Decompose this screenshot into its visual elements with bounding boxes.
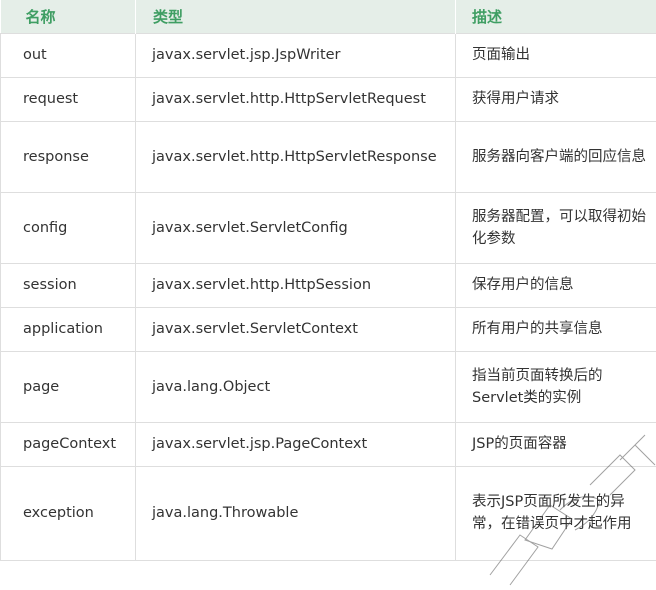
table-header-row: 名称 类型 描述 xyxy=(1,0,656,33)
header-name: 名称 xyxy=(1,0,136,33)
table-row: exception java.lang.Throwable 表示JSP页面所发生… xyxy=(1,466,656,560)
cell-desc: 服务器向客户端的回应信息 xyxy=(456,121,656,192)
cell-desc: 保存用户的信息 xyxy=(456,263,656,307)
cell-name: response xyxy=(1,121,136,192)
cell-type: javax.servlet.http.HttpServletRequest xyxy=(136,77,456,121)
cell-name: exception xyxy=(1,466,136,560)
table-row: application javax.servlet.ServletContext… xyxy=(1,307,656,351)
table-row: config javax.servlet.ServletConfig 服务器配置… xyxy=(1,192,656,263)
cell-type: javax.servlet.http.HttpServletResponse xyxy=(136,121,456,192)
cell-desc: 服务器配置，可以取得初始化参数 xyxy=(456,192,656,263)
cell-type: javax.servlet.ServletConfig xyxy=(136,192,456,263)
cell-desc: 表示JSP页面所发生的异常，在错误页中才起作用 xyxy=(456,466,656,560)
cell-type: javax.servlet.ServletContext xyxy=(136,307,456,351)
cell-desc: 指当前页面转换后的Servlet类的实例 xyxy=(456,351,656,422)
cell-type: javax.servlet.jsp.PageContext xyxy=(136,422,456,466)
cell-type: javax.servlet.jsp.JspWriter xyxy=(136,33,456,77)
cell-type: javax.servlet.http.HttpSession xyxy=(136,263,456,307)
cell-name: out xyxy=(1,33,136,77)
cell-desc: 页面输出 xyxy=(456,33,656,77)
cell-name: session xyxy=(1,263,136,307)
table-row: response javax.servlet.http.HttpServletR… xyxy=(1,121,656,192)
cell-desc: JSP的页面容器 xyxy=(456,422,656,466)
table-row: pageContext javax.servlet.jsp.PageContex… xyxy=(1,422,656,466)
cell-name: request xyxy=(1,77,136,121)
table-row: request javax.servlet.http.HttpServletRe… xyxy=(1,77,656,121)
cell-name: application xyxy=(1,307,136,351)
cell-name: pageContext xyxy=(1,422,136,466)
cell-name: config xyxy=(1,192,136,263)
header-type: 类型 xyxy=(136,0,456,33)
header-desc: 描述 xyxy=(456,0,656,33)
table-row: out javax.servlet.jsp.JspWriter 页面输出 xyxy=(1,33,656,77)
jsp-builtin-objects-table: 名称 类型 描述 out javax.servlet.jsp.JspWriter… xyxy=(0,0,656,561)
cell-type: java.lang.Throwable xyxy=(136,466,456,560)
table-row: page java.lang.Object 指当前页面转换后的Servlet类的… xyxy=(1,351,656,422)
cell-name: page xyxy=(1,351,136,422)
cell-type: java.lang.Object xyxy=(136,351,456,422)
cell-desc: 获得用户请求 xyxy=(456,77,656,121)
cell-desc: 所有用户的共享信息 xyxy=(456,307,656,351)
table-row: session javax.servlet.http.HttpSession 保… xyxy=(1,263,656,307)
